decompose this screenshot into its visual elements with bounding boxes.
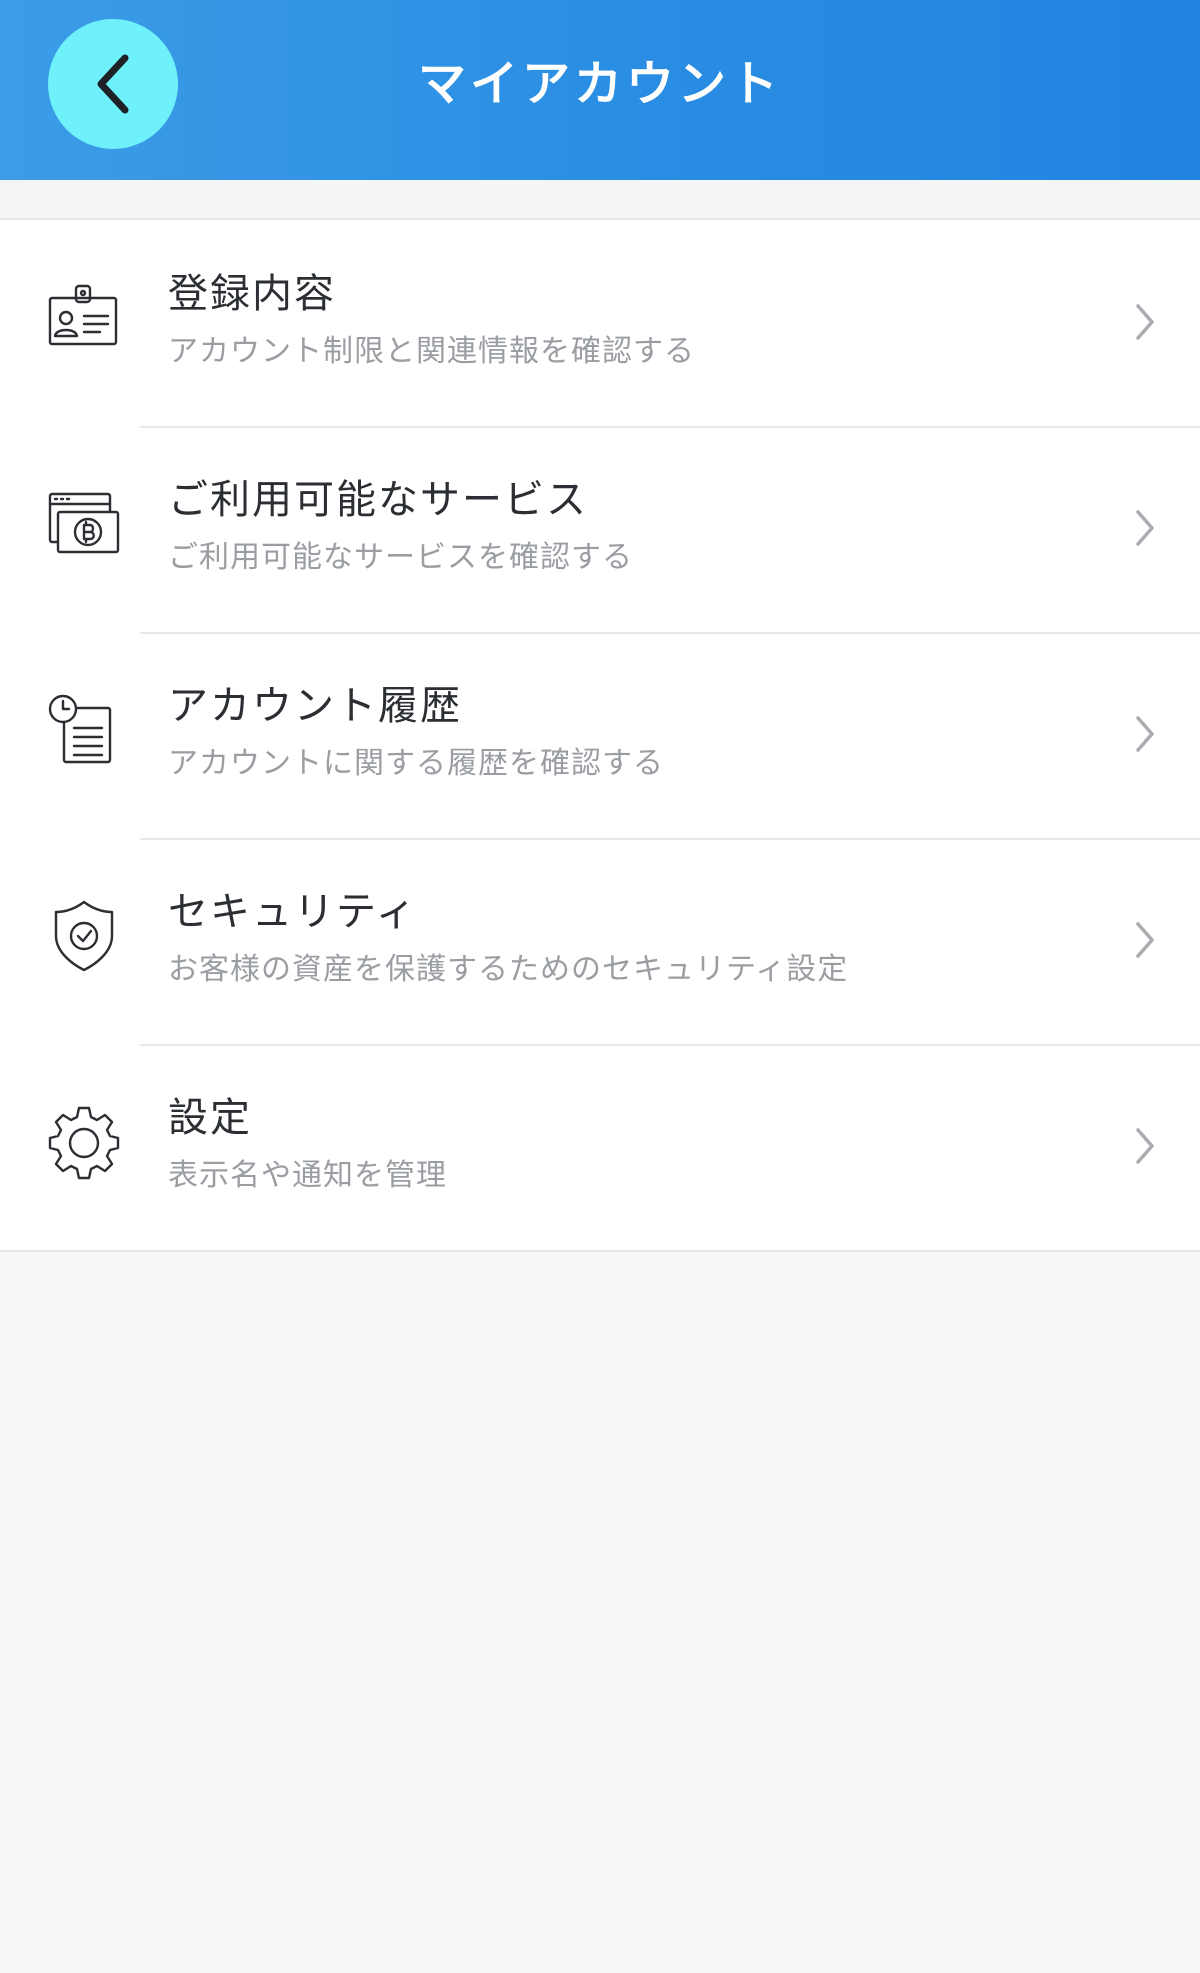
menu-item-registration[interactable]: 登録内容 アカウント制限と関連情報を確認する — [0, 220, 1200, 426]
menu-item-title: 設定 — [168, 1095, 252, 1141]
menu-item-title: セキュリティ — [168, 889, 418, 935]
chevron-right-icon — [1136, 716, 1154, 752]
menu-item-title: ご利用可能なサービス — [168, 477, 588, 523]
id-card-icon — [48, 284, 118, 346]
account-menu-list: 登録内容 アカウント制限と関連情報を確認する ご利用可能なサービス ご利用可能な… — [0, 220, 1200, 1252]
header-spacer — [0, 180, 1200, 220]
chevron-right-icon — [1136, 510, 1154, 546]
menu-item-subtitle: 表示名や通知を管理 — [168, 1158, 447, 1193]
chevron-right-icon — [1136, 922, 1154, 958]
clock-document-icon — [48, 694, 112, 764]
gear-icon — [48, 1106, 120, 1180]
menu-item-subtitle: ご利用可能なサービスを確認する — [168, 540, 633, 575]
menu-item-history[interactable]: アカウント履歴 アカウントに関する履歴を確認する — [0, 632, 1200, 838]
chevron-right-icon — [1136, 1128, 1154, 1164]
chevron-right-icon — [1136, 304, 1154, 340]
menu-item-security[interactable]: セキュリティ お客様の資産を保護するためのセキュリティ設定 — [0, 838, 1200, 1044]
bitcoin-window-icon — [48, 492, 120, 554]
menu-item-subtitle: アカウント制限と関連情報を確認する — [168, 334, 695, 369]
menu-item-services[interactable]: ご利用可能なサービス ご利用可能なサービスを確認する — [0, 426, 1200, 632]
app-header: マイアカウント — [0, 0, 1200, 180]
menu-item-settings[interactable]: 設定 表示名や通知を管理 — [0, 1044, 1200, 1250]
menu-item-title: アカウント履歴 — [168, 683, 462, 729]
shield-check-icon — [54, 900, 114, 972]
menu-item-subtitle: アカウントに関する履歴を確認する — [168, 746, 664, 781]
page-title: マイアカウント — [417, 56, 782, 112]
menu-item-subtitle: お客様の資産を保護するためのセキュリティ設定 — [168, 952, 849, 987]
menu-item-title: 登録内容 — [168, 271, 336, 317]
